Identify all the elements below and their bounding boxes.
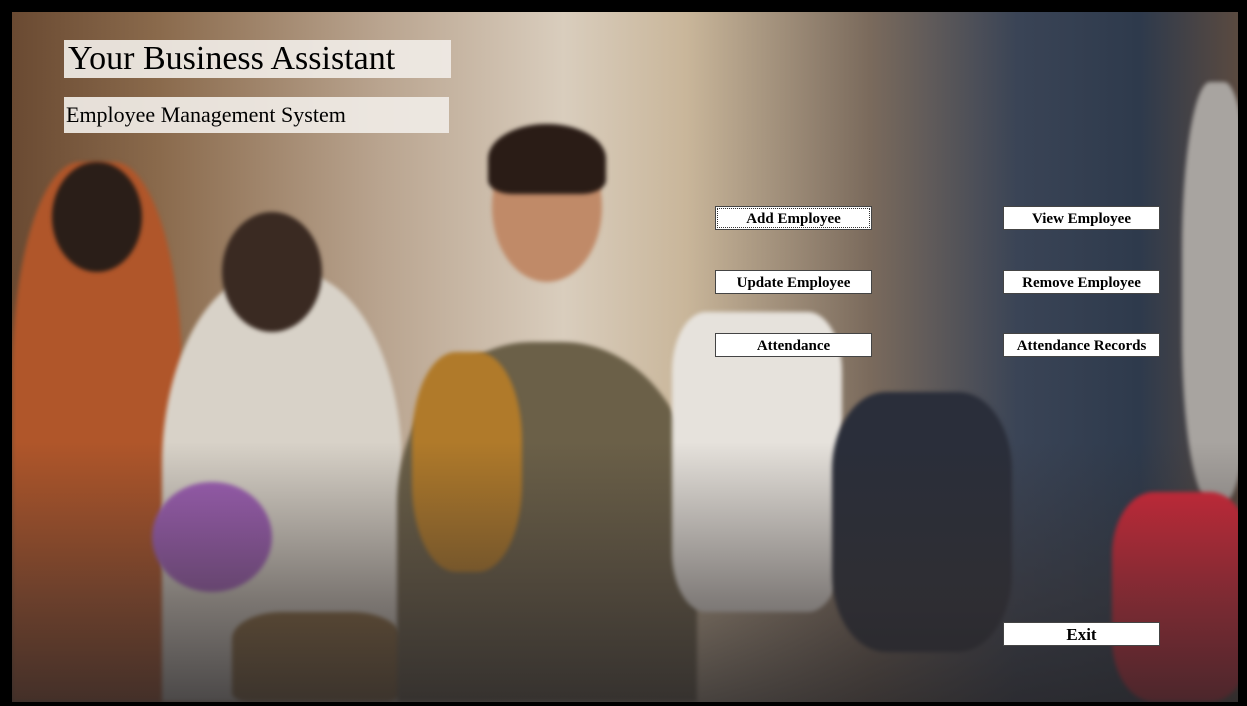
attendance-button[interactable]: Attendance	[715, 333, 872, 357]
attendance-records-button[interactable]: Attendance Records	[1003, 333, 1160, 357]
remove-employee-button[interactable]: Remove Employee	[1003, 270, 1160, 294]
bg-figure-right	[1182, 82, 1238, 502]
update-employee-button[interactable]: Update Employee	[715, 270, 872, 294]
bg-street	[12, 442, 1238, 702]
bg-figure-left-head	[52, 162, 142, 272]
app-subtitle: Employee Management System	[64, 97, 449, 133]
window-frame: Your Business Assistant Employee Managem…	[0, 0, 1247, 706]
view-employee-button[interactable]: View Employee	[1003, 206, 1160, 230]
bg-figure-center-hair	[488, 124, 606, 194]
add-employee-button[interactable]: Add Employee	[715, 206, 872, 230]
bg-figure-second-head	[222, 212, 322, 332]
exit-button[interactable]: Exit	[1003, 622, 1160, 646]
app-title: Your Business Assistant	[64, 40, 451, 78]
